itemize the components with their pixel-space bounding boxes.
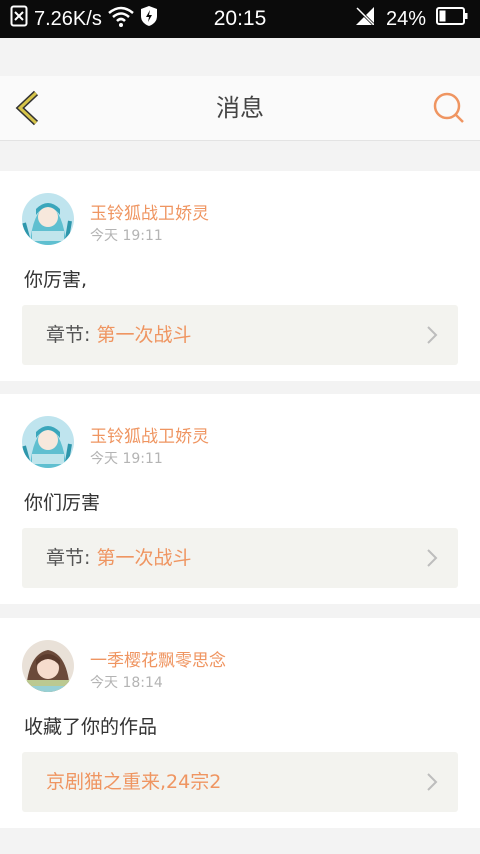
chapter-link-text: 章节: 第一次战斗 (46, 305, 191, 365)
status-right: 24% (354, 0, 468, 38)
message-username[interactable]: 一季樱花飘零思念 (90, 646, 226, 671)
nav-header: 消息 (0, 76, 480, 141)
message-card[interactable]: 一季樱花飘零思念 今天 18:14 收藏了你的作品 京剧猫之重来,24宗2 (0, 618, 480, 828)
chapter-link-text: 章节: 第一次战斗 (46, 528, 191, 588)
chapter-title: 第一次战斗 (96, 547, 192, 569)
battery-percent: 24% (385, 7, 426, 30)
avatar[interactable] (22, 640, 74, 692)
work-link-text: 京剧猫之重来,24宗2 (46, 752, 221, 812)
message-content: 收藏了你的作品 (24, 716, 158, 738)
avatar[interactable] (22, 416, 74, 468)
work-link[interactable]: 京剧猫之重来,24宗2 (22, 752, 458, 812)
message-card[interactable]: 玉铃狐战卫娇灵 今天 19:11 你厉害, 章节: 第一次战斗 (0, 171, 480, 381)
search-icon (433, 92, 464, 123)
search-button[interactable] (432, 91, 466, 125)
status-bar: 7.26K/s 20:15 24% (0, 0, 480, 38)
avatar[interactable] (22, 193, 74, 245)
message-username[interactable]: 玉铃狐战卫娇灵 (90, 422, 209, 447)
battery-icon (436, 7, 468, 31)
chapter-label: 章节: (46, 324, 91, 346)
signal-off-icon (354, 5, 376, 33)
message-content: 你们厉害 (24, 492, 101, 514)
chapter-link[interactable]: 章节: 第一次战斗 (22, 528, 458, 588)
chevron-right-icon (427, 773, 438, 791)
work-title: 京剧猫之重来,24宗2 (46, 771, 222, 793)
chapter-link[interactable]: 章节: 第一次战斗 (22, 305, 458, 365)
chevron-right-icon (427, 326, 438, 344)
chevron-right-icon (427, 549, 438, 567)
page-title: 消息 (216, 94, 264, 122)
message-content: 你厉害, (24, 269, 88, 291)
chapter-label: 章节: (46, 547, 91, 569)
message-time: 今天 19:11 (90, 228, 163, 244)
message-username[interactable]: 玉铃狐战卫娇灵 (90, 199, 209, 224)
chapter-title: 第一次战斗 (96, 324, 192, 346)
message-card[interactable]: 玉铃狐战卫娇灵 今天 19:11 你们厉害 章节: 第一次战斗 (0, 394, 480, 604)
message-time: 今天 18:14 (90, 675, 163, 691)
message-time: 今天 19:11 (90, 451, 163, 467)
